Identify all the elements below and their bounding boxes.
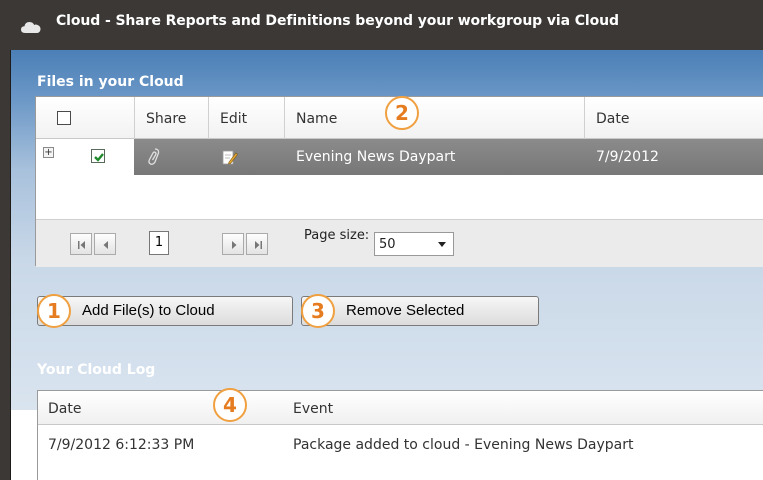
- last-page-button[interactable]: [246, 233, 268, 255]
- share-icon[interactable]: [146, 147, 162, 167]
- column-separator: [134, 97, 135, 139]
- page-size-value: 50: [379, 237, 396, 252]
- dropdown-arrow-icon: [438, 242, 446, 247]
- log-column-header-date[interactable]: Date: [48, 401, 81, 417]
- log-section-title: Your Cloud Log: [37, 362, 156, 378]
- column-separator: [208, 97, 209, 139]
- column-header-share[interactable]: Share: [146, 111, 186, 127]
- edit-icon[interactable]: [222, 149, 238, 165]
- row-checkbox-cell: [74, 139, 134, 175]
- cloud-icon: [21, 22, 41, 33]
- callout-2: 2: [385, 96, 419, 130]
- remove-selected-button[interactable]: Remove Selected: [301, 296, 539, 326]
- column-separator: [284, 97, 285, 139]
- callout-1: 1: [37, 294, 71, 328]
- files-section-title: Files in your Cloud: [37, 74, 184, 90]
- next-page-icon: [232, 241, 237, 249]
- last-page-icon: [255, 241, 262, 249]
- pager: 1 Page size: 50: [36, 219, 763, 267]
- log-entry-date: 7/9/2012 6:12:33 PM: [48, 437, 195, 453]
- page-size-select[interactable]: 50: [374, 232, 454, 256]
- log-grid-header: Date Event: [38, 391, 763, 425]
- log-entry-event: Package added to cloud - Evening News Da…: [293, 437, 634, 453]
- column-header-date[interactable]: Date: [596, 111, 629, 127]
- column-header-edit[interactable]: Edit: [220, 111, 247, 127]
- window-title: Cloud - Share Reports and Definitions be…: [56, 13, 619, 29]
- file-date: 7/9/2012: [596, 149, 659, 165]
- cloud-window: Cloud - Share Reports and Definitions be…: [0, 0, 763, 480]
- page-number-input[interactable]: 1: [149, 231, 169, 255]
- prev-page-button[interactable]: [94, 233, 116, 255]
- add-files-to-cloud-button[interactable]: Add File(s) to Cloud: [37, 296, 293, 326]
- next-page-button[interactable]: [222, 233, 244, 255]
- title-bar: Cloud - Share Reports and Definitions be…: [0, 0, 763, 50]
- select-all-checkbox[interactable]: [57, 111, 71, 125]
- row-checkbox[interactable]: [91, 149, 105, 163]
- file-name[interactable]: Evening News Daypart: [296, 149, 455, 165]
- checkmark-icon: [94, 153, 104, 162]
- table-row[interactable]: + Evening News Daypart 7/9/2012: [36, 139, 763, 175]
- main-content: Files in your Cloud Share Edit Name Date…: [10, 50, 763, 480]
- first-page-icon: [78, 241, 85, 249]
- callout-4: 4: [213, 388, 247, 422]
- prev-page-icon: [103, 241, 108, 249]
- cloud-log-grid: Date Event 7/9/2012 6:12:33 PM Package a…: [37, 390, 763, 480]
- column-header-name[interactable]: Name: [296, 111, 337, 127]
- first-page-button[interactable]: [70, 233, 92, 255]
- expand-cell: +: [36, 139, 74, 175]
- log-column-header-event[interactable]: Event: [293, 401, 333, 417]
- page-size-label: Page size:: [304, 228, 370, 243]
- expand-row-button[interactable]: +: [43, 147, 54, 158]
- callout-3: 3: [301, 294, 335, 328]
- column-separator: [584, 97, 585, 139]
